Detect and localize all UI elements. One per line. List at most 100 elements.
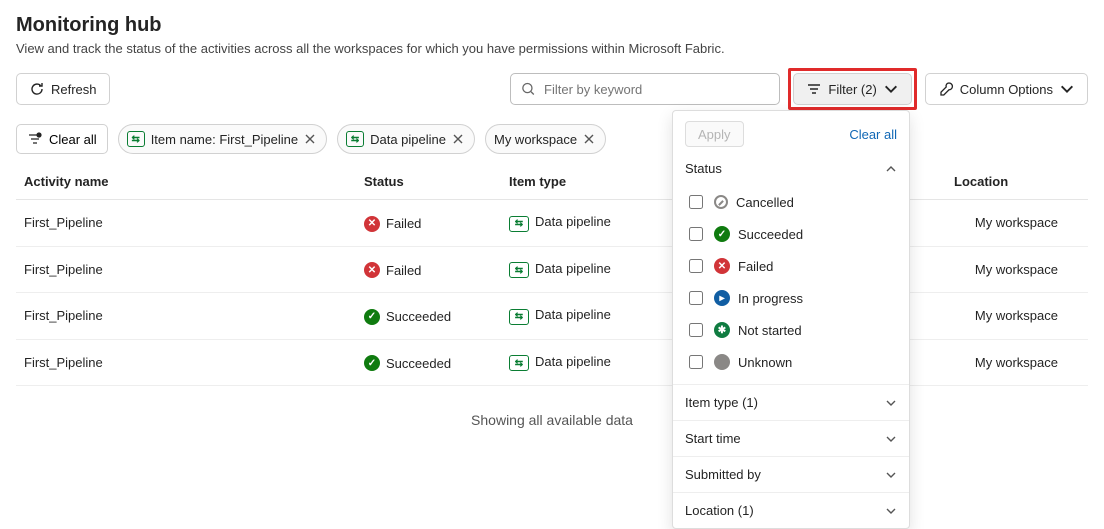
cell-activity: First_Pipeline <box>16 200 356 247</box>
cell-location: My workspace <box>946 246 1088 293</box>
cell-status: ✓Succeeded <box>356 339 501 386</box>
cell-item-type: ⇆Data pipeline <box>501 293 681 340</box>
close-icon[interactable] <box>583 133 595 145</box>
pipeline-icon: ⇆ <box>346 130 364 148</box>
chip-item-type[interactable]: ⇆ Data pipeline <box>337 124 475 154</box>
chip-item-type-label: Data pipeline <box>370 132 446 147</box>
cancelled-icon <box>714 195 728 209</box>
search-icon <box>521 81 536 97</box>
status-icon: ✓ <box>364 355 380 371</box>
popover-status-label: Status <box>685 161 722 176</box>
checkbox[interactable] <box>689 227 703 241</box>
popover-section-item-type[interactable]: Item type (1) <box>673 384 909 420</box>
search-input-wrap[interactable] <box>510 73 780 105</box>
column-options-label: Column Options <box>960 82 1053 97</box>
chevron-down-icon <box>883 81 899 97</box>
col-status[interactable]: Status <box>356 164 501 200</box>
cell-activity: First_Pipeline <box>16 246 356 293</box>
col-location[interactable]: Location <box>946 164 1088 200</box>
popover-clear-all[interactable]: Clear all <box>849 127 897 142</box>
chevron-down-icon <box>885 433 897 445</box>
unknown-icon <box>714 354 730 370</box>
clear-filters-icon <box>27 131 43 147</box>
opt-label: Succeeded <box>738 227 803 242</box>
checkbox[interactable] <box>689 195 703 209</box>
opt-label: Unknown <box>738 355 792 370</box>
popover-item-type-label: Item type (1) <box>685 395 758 410</box>
chip-item-name[interactable]: ⇆ Item name: First_Pipeline <box>118 124 327 154</box>
popover-section-start-time[interactable]: Start time <box>673 420 909 456</box>
cell-activity: First_Pipeline <box>16 293 356 340</box>
popover-section-submitted-by[interactable]: Submitted by <box>673 456 909 492</box>
page-title: Monitoring hub <box>16 14 1088 37</box>
chip-location-label: My workspace <box>494 132 577 147</box>
table-row[interactable]: First_Pipeline✓Succeeded⇆Data pipeline6:… <box>16 339 1088 386</box>
popover-start-time-label: Start time <box>685 431 741 446</box>
page-subtitle: View and track the status of the activit… <box>16 41 1088 56</box>
activities-table: Activity name Status Item type Start Loc… <box>16 164 1088 386</box>
filter-button[interactable]: Filter (2) <box>793 73 911 105</box>
search-input[interactable] <box>542 81 769 98</box>
cell-item-type: ⇆Data pipeline <box>501 246 681 293</box>
col-activity[interactable]: Activity name <box>16 164 356 200</box>
pipeline-icon: ⇆ <box>509 262 529 278</box>
in-progress-icon: ▸ <box>714 290 730 306</box>
filter-button-highlight: Filter (2) <box>788 68 916 110</box>
status-icon: ✕ <box>364 216 380 232</box>
cell-location: My workspace <box>946 339 1088 386</box>
table-footer-message: Showing all available data <box>16 386 1088 468</box>
filter-opt-cancelled[interactable]: Cancelled <box>685 186 897 218</box>
cell-location: My workspace <box>946 293 1088 340</box>
cell-location: My workspace <box>946 200 1088 247</box>
cell-item-type: ⇆Data pipeline <box>501 339 681 386</box>
cell-status: ✓Succeeded <box>356 293 501 340</box>
checkbox[interactable] <box>689 355 703 369</box>
status-icon: ✕ <box>364 262 380 278</box>
refresh-icon <box>29 81 45 97</box>
opt-label: Not started <box>738 323 802 338</box>
pipeline-icon: ⇆ <box>127 130 145 148</box>
chip-location[interactable]: My workspace <box>485 124 606 154</box>
popover-submitted-by-label: Submitted by <box>685 467 761 482</box>
col-item-type[interactable]: Item type <box>501 164 681 200</box>
cell-status: ✕Failed <box>356 200 501 247</box>
table-row[interactable]: First_Pipeline✓Succeeded⇆Data pipeline3:… <box>16 293 1088 340</box>
pipeline-icon: ⇆ <box>509 309 529 325</box>
cell-item-type: ⇆Data pipeline <box>501 200 681 247</box>
filter-label: Filter (2) <box>828 82 876 97</box>
filter-opt-in-progress[interactable]: ▸ In progress <box>685 282 897 314</box>
popover-section-location[interactable]: Location (1) <box>673 492 909 528</box>
chevron-down-icon <box>885 469 897 481</box>
clear-all-button[interactable]: Clear all <box>16 124 108 154</box>
close-icon[interactable] <box>304 133 316 145</box>
cell-status: ✕Failed <box>356 246 501 293</box>
filter-popover: Apply Clear all Status Cancelled ✓ Succe… <box>672 110 910 529</box>
failed-icon: ✕ <box>714 258 730 274</box>
refresh-label: Refresh <box>51 82 97 97</box>
table-row[interactable]: First_Pipeline✕Failed⇆Data pipeline4:15 … <box>16 246 1088 293</box>
cell-activity: First_Pipeline <box>16 339 356 386</box>
popover-section-status[interactable]: Status <box>673 151 909 186</box>
wrench-icon <box>938 81 954 97</box>
opt-label: In progress <box>738 291 803 306</box>
close-icon[interactable] <box>452 133 464 145</box>
pipeline-icon: ⇆ <box>509 216 529 232</box>
checkbox[interactable] <box>689 323 703 337</box>
filter-opt-failed[interactable]: ✕ Failed <box>685 250 897 282</box>
filter-icon <box>806 81 822 97</box>
checkbox[interactable] <box>689 259 703 273</box>
filter-opt-unknown[interactable]: Unknown <box>685 346 897 378</box>
pipeline-icon: ⇆ <box>509 355 529 371</box>
filter-opt-succeeded[interactable]: ✓ Succeeded <box>685 218 897 250</box>
column-options-button[interactable]: Column Options <box>925 73 1088 105</box>
filter-opt-not-started[interactable]: ✱ Not started <box>685 314 897 346</box>
opt-label: Failed <box>738 259 773 274</box>
chevron-down-icon <box>885 397 897 409</box>
checkbox[interactable] <box>689 291 703 305</box>
refresh-button[interactable]: Refresh <box>16 73 110 105</box>
table-row[interactable]: First_Pipeline✕Failed⇆Data pipeline3:40 … <box>16 200 1088 247</box>
not-started-icon: ✱ <box>714 322 730 338</box>
opt-label: Cancelled <box>736 195 794 210</box>
succeeded-icon: ✓ <box>714 226 730 242</box>
apply-button[interactable]: Apply <box>685 121 744 147</box>
